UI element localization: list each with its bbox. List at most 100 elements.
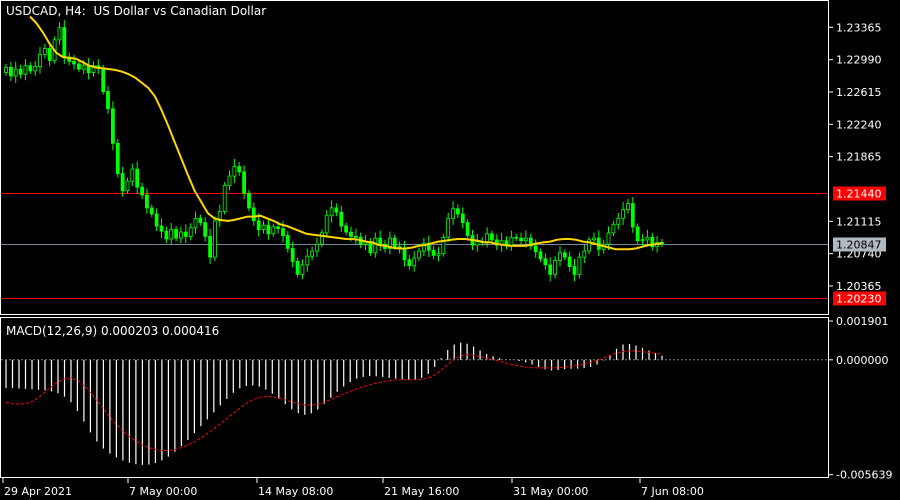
macd-signal-line	[5, 350, 663, 451]
candle-body	[188, 227, 193, 237]
candle-body	[378, 237, 383, 245]
candle-body	[310, 250, 315, 257]
candle-body	[47, 48, 52, 61]
time-tick-label: 7 May 00:00	[129, 485, 197, 498]
candle-body	[169, 229, 174, 240]
candle-body	[222, 185, 227, 212]
price-badge-label: 1.21440	[836, 188, 882, 201]
candle-body	[72, 61, 76, 65]
candle-body	[353, 235, 358, 238]
candle-body	[349, 231, 353, 237]
candle-body	[485, 233, 490, 243]
candle-body	[149, 207, 154, 215]
candle-body	[290, 248, 295, 262]
candles-layer	[4, 20, 664, 282]
time-tick-label: 14 May 08:00	[258, 485, 333, 498]
candle-body	[553, 260, 557, 275]
candle-body	[120, 173, 125, 192]
candle-body	[276, 226, 281, 229]
candle-body	[256, 220, 261, 230]
candle-body	[344, 225, 349, 233]
candle-body	[130, 168, 135, 182]
candle-body	[271, 226, 276, 235]
candle-body	[183, 231, 188, 237]
candle-body	[635, 226, 640, 242]
candle-body	[319, 232, 324, 245]
candle-body	[198, 217, 203, 224]
trading-chart-window[interactable]: 1.23365 1.22990 1.22615 1.22240 1.21865 1.211…	[0, 0, 900, 500]
candle-body	[178, 231, 183, 239]
candle-body	[373, 237, 378, 254]
candle-body	[548, 264, 553, 275]
candle-body	[251, 207, 256, 222]
candle-body	[247, 192, 251, 209]
candle-body	[227, 175, 232, 186]
candle-body	[300, 264, 305, 275]
time-tick-label: 31 May 00:00	[513, 485, 588, 498]
candle-body	[261, 224, 266, 230]
candle-body	[154, 213, 159, 227]
time-tick-label: 29 Apr 2021	[4, 485, 72, 498]
candle-body	[125, 180, 130, 192]
candle-body	[446, 217, 451, 238]
chart-canvas[interactable]: 1.23365 1.22990 1.22615 1.22240 1.21865 1.211…	[0, 0, 900, 500]
candle-body	[465, 222, 470, 236]
candle-body	[455, 208, 460, 215]
candle-body	[509, 236, 514, 246]
candle-body	[144, 194, 149, 209]
price-tick-label: 1.20365	[836, 280, 882, 293]
candle-body	[407, 259, 412, 267]
candle-body	[524, 237, 528, 242]
candle-body	[489, 233, 494, 241]
price-tick-label: 1.22240	[836, 118, 882, 131]
candle-body	[81, 65, 86, 70]
moving-average-line	[29, 15, 663, 251]
candle-body	[62, 27, 67, 58]
candle-body	[164, 230, 169, 240]
candle-body	[281, 228, 285, 236]
macd-tick-label: 0.000000	[836, 354, 889, 367]
candle-body	[402, 248, 407, 261]
candle-body	[460, 213, 465, 224]
macd-pane-frame	[0, 317, 829, 478]
chart-title: USDCAD, H4: US Dollar vs Canadian Dollar	[6, 4, 266, 18]
macd-histogram-layer	[5, 342, 663, 465]
candle-body	[412, 257, 417, 267]
candle-body	[203, 222, 208, 237]
candle-body	[626, 203, 630, 211]
macd-indicator-label: MACD(12,26,9) 0.000203 0.000416	[6, 324, 220, 338]
candle-body	[208, 235, 213, 258]
candle-body	[242, 171, 247, 194]
time-tick-label: 21 May 16:00	[384, 485, 459, 498]
candle-body	[193, 217, 198, 229]
candle-body	[33, 66, 38, 72]
candle-body	[514, 236, 519, 239]
candle-body	[38, 54, 42, 68]
price-tick-label: 1.21865	[836, 151, 882, 164]
candle-body	[101, 67, 106, 93]
price-tick-label: 1.22990	[836, 54, 882, 67]
candle-body	[315, 243, 319, 252]
candle-body	[562, 252, 567, 258]
candle-body	[451, 208, 456, 219]
candle-body	[533, 245, 538, 253]
candle-body	[237, 166, 242, 173]
candle-body	[8, 67, 13, 77]
price-badge-label: 1.20230	[836, 293, 882, 306]
candle-body	[582, 250, 587, 258]
candle-body	[159, 225, 164, 232]
price-tick-label: 1.22615	[836, 86, 882, 99]
candle-body	[645, 236, 650, 241]
candle-body	[135, 168, 140, 188]
candle-body	[57, 27, 62, 41]
candle-body	[140, 186, 145, 196]
candle-body	[392, 237, 397, 248]
price-tick-label: 1.23365	[836, 21, 882, 34]
candle-body	[77, 63, 81, 70]
candle-body	[4, 67, 8, 74]
candle-body	[543, 258, 548, 266]
axes-layer: 1.23365 1.22990 1.22615 1.22240 1.21865 1.211…	[1, 21, 892, 498]
candle-body	[558, 252, 562, 262]
candle-body	[23, 65, 28, 75]
macd-tick-label: -0.005639	[836, 469, 892, 482]
